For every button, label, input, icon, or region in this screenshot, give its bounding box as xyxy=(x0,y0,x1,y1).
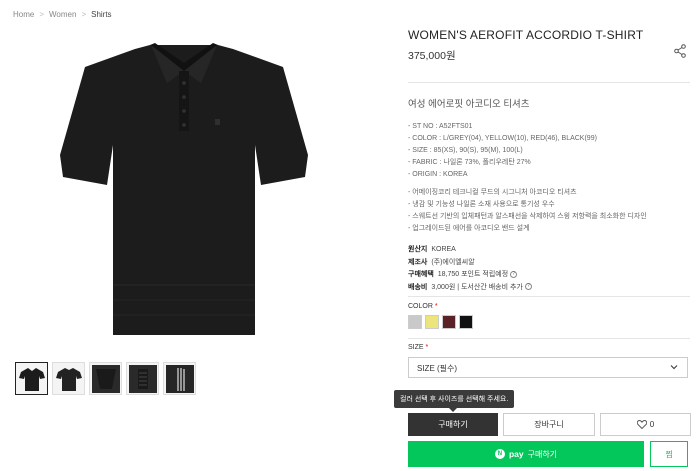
shipping-value: 3,000원 | 도서산간 배송비 추가 xyxy=(431,283,523,291)
chevron-right-icon: > xyxy=(81,10,87,19)
benefit-key: 구매혜택 xyxy=(408,271,434,278)
size-select[interactable]: SIZE (필수) xyxy=(408,357,688,378)
thumbnail-detail-3[interactable] xyxy=(163,362,196,395)
npay-buy-label: 구매하기 xyxy=(527,449,558,459)
shirt-xray-thumb xyxy=(165,364,194,393)
required-mark: * xyxy=(425,344,429,351)
maker-value: (주)에이엘씨알 xyxy=(431,258,475,266)
spec-line: - COLOR : L/GREY(04), YELLOW(10), RED(46… xyxy=(408,135,597,142)
meta-origin: 원산지 KOREA xyxy=(408,244,532,257)
required-mark: * xyxy=(434,303,438,310)
swatch-red[interactable] xyxy=(442,315,456,329)
divider xyxy=(408,296,690,297)
spec-line: - FABRIC : 나일론 73%, 폴리우레탄 27% xyxy=(408,159,531,166)
npay-buy-button[interactable]: N pay 구매하기 xyxy=(408,441,644,467)
shirt-front-thumb xyxy=(18,367,45,391)
npay-pay-text: pay xyxy=(508,449,524,459)
size-tooltip: 컬러 선택 후 사이즈를 선택해 주세요. xyxy=(394,390,515,412)
product-title: WOMEN'S AEROFIT ACCORDIO T-SHIRT xyxy=(408,28,644,42)
thumbnail-detail-1[interactable] xyxy=(89,362,122,395)
color-label: COLOR * xyxy=(408,303,438,310)
thumbnail-list xyxy=(15,362,196,395)
breadcrumb-shirts[interactable]: Shirts xyxy=(91,10,111,19)
origin-value: KOREA xyxy=(431,246,456,253)
meta-maker: 제조사 (주)에이엘씨알 xyxy=(408,257,532,270)
feature-line: - 어메이징코리 테크니컬 무드의 시그니처 아코디오 티셔츠 xyxy=(408,189,577,196)
spec-line: - SIZE : 85(XS), 90(S), 95(M), 100(L) xyxy=(408,147,523,154)
npay-row: N pay 구매하기 찜 xyxy=(408,441,688,467)
feature-line: - 스웨트선 기반의 입체패턴과 알스패선을 삭제하여 스윙 저항력을 최소화한… xyxy=(408,213,647,220)
product-price: 375,000원 xyxy=(408,50,456,62)
help-icon[interactable]: ? xyxy=(524,283,532,291)
help-icon[interactable]: ? xyxy=(510,270,518,278)
meta-benefit: 구매혜택 18,750 포인트 적립예정? xyxy=(408,269,532,282)
benefit-value: 18,750 포인트 적립예정 xyxy=(437,271,509,278)
size-label-text: SIZE xyxy=(408,344,424,351)
maker-key: 제조사 xyxy=(408,258,428,266)
spec-line: - ORIGIN : KOREA xyxy=(408,171,468,178)
shirt-accordion-thumb xyxy=(128,364,157,393)
color-swatches xyxy=(408,315,473,329)
feature-line: - 업그레이드된 에어를 아코디오 밴드 설계 xyxy=(408,225,530,232)
product-features: - 어메이징코리 테크니컬 무드의 시그니처 아코디오 티셔츠 - 냉감 및 기… xyxy=(408,187,647,235)
chevron-right-icon: > xyxy=(39,10,45,19)
color-label-text: COLOR xyxy=(408,303,433,310)
feature-line: - 냉감 및 기능성 나일론 소재 사용으로 통기성 우수 xyxy=(408,201,555,208)
swatch-black[interactable] xyxy=(459,315,473,329)
npay-wish-button[interactable]: 찜 xyxy=(650,441,688,467)
thumbnail-back[interactable] xyxy=(52,362,85,395)
size-select-value: SIZE (필수) xyxy=(417,364,458,373)
swatch-yellow[interactable] xyxy=(425,315,439,329)
product-meta: 원산지 KOREA 제조사 (주)에이엘씨알 구매혜택 18,750 포인트 적립예정… xyxy=(408,244,532,294)
divider xyxy=(408,82,690,83)
buy-button[interactable]: 구매하기 xyxy=(408,413,498,436)
breadcrumb-women[interactable]: Women xyxy=(49,10,76,19)
breadcrumb: Home > Women > Shirts xyxy=(13,10,112,19)
action-buttons: 구매하기 장바구니 0 xyxy=(408,413,691,436)
breadcrumb-home[interactable]: Home xyxy=(13,10,34,19)
spec-line: - ST NO : A52FTS01 xyxy=(408,123,473,130)
swatch-light-grey[interactable] xyxy=(408,315,422,329)
divider xyxy=(408,338,690,339)
size-label: SIZE * xyxy=(408,344,428,351)
heart-icon xyxy=(636,420,647,429)
npay-n-icon: N xyxy=(494,449,505,459)
like-button[interactable]: 0 xyxy=(600,413,691,436)
cart-button[interactable]: 장바구니 xyxy=(503,413,595,436)
product-info: WOMEN'S AEROFIT ACCORDIO T-SHIRT 375,000… xyxy=(408,28,690,63)
meta-shipping: 배송비 3,000원 | 도서산간 배송비 추가? xyxy=(408,282,532,295)
origin-key: 원산지 xyxy=(408,246,428,253)
chevron-down-icon xyxy=(670,365,678,370)
shirt-back-thumb xyxy=(55,367,82,391)
product-specs: - ST NO : A52FTS01 - COLOR : L/GREY(04),… xyxy=(408,121,597,181)
thumbnail-front[interactable] xyxy=(15,362,48,395)
shipping-key: 배송비 xyxy=(408,283,428,291)
share-icon[interactable] xyxy=(674,44,686,58)
like-count: 0 xyxy=(649,420,655,429)
product-korean-name: 여성 에어로핏 아코디오 티셔츠 xyxy=(408,99,530,110)
product-main-image[interactable] xyxy=(55,35,313,345)
thumbnail-detail-2[interactable] xyxy=(126,362,159,395)
shirt-detail-thumb xyxy=(91,364,120,393)
